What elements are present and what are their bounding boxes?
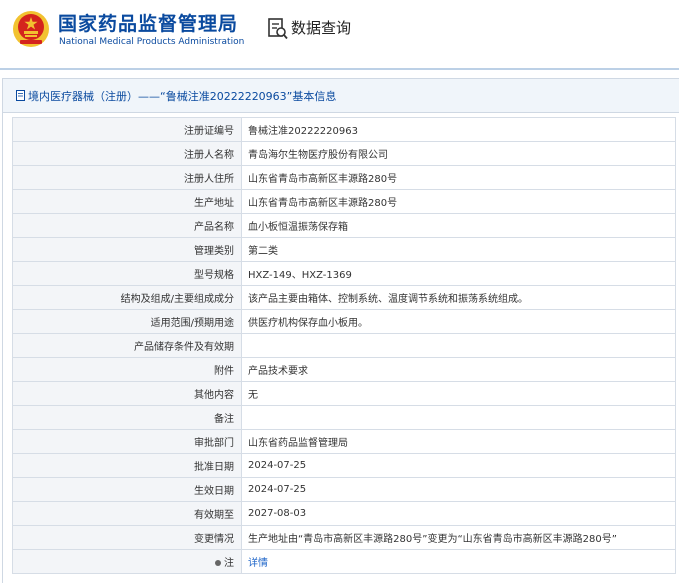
row-value: 2024-07-25: [241, 477, 676, 502]
note-label: 注: [224, 558, 234, 569]
row-label: 生效日期: [12, 477, 242, 502]
row-label: 注册人名称: [12, 141, 242, 166]
search-document-icon: [268, 18, 288, 40]
site-header: 国家药品监督管理局 National Medical Products Admi…: [0, 0, 679, 66]
table-row: 批准日期 2024-07-25: [12, 453, 676, 478]
table-row: 生产地址 山东省青岛市高新区丰源路280号: [12, 189, 676, 214]
row-label: 备注: [12, 405, 242, 430]
table-row: 产品名称 血小板恒温振荡保存箱: [12, 213, 676, 238]
table-row: 附件 产品技术要求: [12, 357, 676, 382]
row-label: 批准日期: [12, 453, 242, 478]
panel-header: 境内医疗器械（注册）——“鲁械注准20222220963”基本信息: [3, 79, 679, 113]
row-label: 型号规格: [12, 261, 242, 286]
table-row: 适用范围/预期用途 供医疗机构保存血小板用。: [12, 309, 676, 334]
row-label: 注册人住所: [12, 165, 242, 190]
table-row: 管理类别 第二类: [12, 237, 676, 262]
document-icon: [16, 90, 25, 101]
row-value: 生产地址由“青岛市高新区丰源路280号”变更为“山东省青岛市高新区丰源路280号…: [241, 525, 676, 550]
table-row: 注册证编号 鲁械注准20222220963: [12, 117, 676, 142]
row-value: 鲁械注准20222220963: [241, 117, 676, 142]
info-table: 注册证编号 鲁械注准20222220963 注册人名称 青岛海尔生物医疗股份有限公司…: [12, 117, 676, 574]
row-value: 产品技术要求: [241, 357, 676, 382]
info-dot-icon: [215, 560, 221, 566]
row-label-note: 注: [12, 549, 242, 574]
table-row: 变更情况 生产地址由“青岛市高新区丰源路280号”变更为“山东省青岛市高新区丰源路…: [12, 525, 676, 550]
table-row: 型号规格 HXZ-149、HXZ-1369: [12, 261, 676, 286]
row-value: 该产品主要由箱体、控制系统、温度调节系统和振荡系统组成。: [241, 285, 676, 310]
row-value: 山东省青岛市高新区丰源路280号: [241, 165, 676, 190]
row-value: 山东省青岛市高新区丰源路280号: [241, 189, 676, 214]
row-label: 产品名称: [12, 213, 242, 238]
details-link[interactable]: 详情: [248, 558, 268, 569]
row-value: 山东省药品监督管理局: [241, 429, 676, 454]
row-label: 生产地址: [12, 189, 242, 214]
row-label: 结构及组成/主要组成成分: [12, 285, 242, 310]
table-row: 生效日期 2024-07-25: [12, 477, 676, 502]
row-value: 青岛海尔生物医疗股份有限公司: [241, 141, 676, 166]
site-subtitle: National Medical Products Administration: [59, 37, 245, 47]
table-row: 产品储存条件及有效期: [12, 333, 676, 358]
row-value: 详情: [241, 549, 676, 574]
row-label: 适用范围/预期用途: [12, 309, 242, 334]
header-divider: [0, 68, 679, 70]
row-label: 产品储存条件及有效期: [12, 333, 242, 358]
row-label: 审批部门: [12, 429, 242, 454]
table-row: 结构及组成/主要组成成分 该产品主要由箱体、控制系统、温度调节系统和振荡系统组成。: [12, 285, 676, 310]
row-label: 有效期至: [12, 501, 242, 526]
row-label: 注册证编号: [12, 117, 242, 142]
table-row: 注册人名称 青岛海尔生物医疗股份有限公司: [12, 141, 676, 166]
table-row: 其他内容无: [12, 381, 676, 406]
panel-title: 境内医疗器械（注册）——“鲁械注准20222220963”基本信息: [28, 90, 337, 103]
row-value: 2024-07-25: [241, 453, 676, 478]
table-row: 备注: [12, 405, 676, 430]
row-label: 附件: [12, 357, 242, 382]
national-emblem-icon: [13, 11, 49, 47]
row-value: 血小板恒温振荡保存箱: [241, 213, 676, 238]
row-label: 管理类别: [12, 237, 242, 262]
table-row: 有效期至 2027-08-03: [12, 501, 676, 526]
table-row: 注册人住所 山东省青岛市高新区丰源路280号: [12, 165, 676, 190]
table-row: 审批部门 山东省药品监督管理局: [12, 429, 676, 454]
row-value: 第二类: [241, 237, 676, 262]
row-value: [241, 405, 676, 430]
site-title: 国家药品监督管理局: [58, 13, 239, 35]
data-query-link[interactable]: 数据查询: [291, 17, 351, 38]
row-value: 供医疗机构保存血小板用。: [241, 309, 676, 334]
row-value: [241, 333, 676, 358]
row-value: 无: [241, 381, 676, 406]
table-row: 注 详情: [12, 549, 676, 574]
row-value: 2027-08-03: [241, 501, 676, 526]
row-value: HXZ-149、HXZ-1369: [241, 261, 676, 286]
row-label: 其他内容: [12, 381, 242, 406]
row-label: 变更情况: [12, 525, 242, 550]
